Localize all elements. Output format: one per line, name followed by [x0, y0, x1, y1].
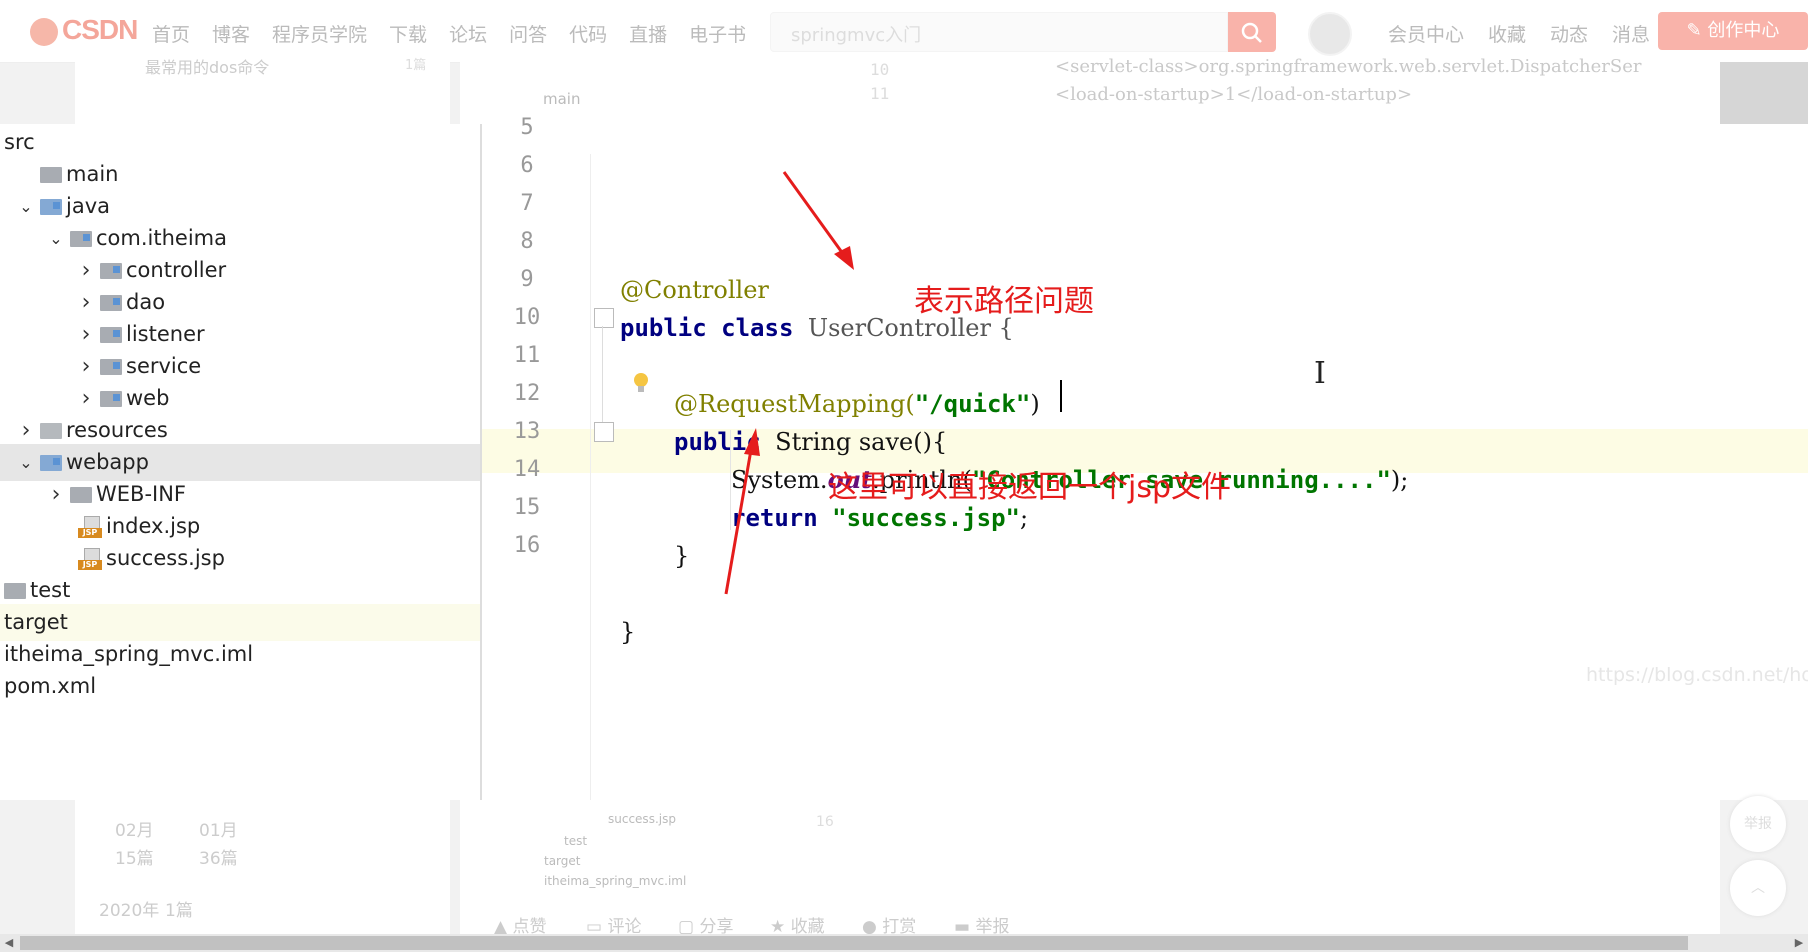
nav-home[interactable]: 首页 [152, 20, 190, 47]
nav-download[interactable]: 下载 [389, 20, 427, 47]
tree-item-label: pom.xml [4, 674, 97, 698]
video-frame: src main ⌄ java ⌄ com.itheima › controller › dao ›… [0, 115, 1808, 800]
bg-article-bottom-fragment: success.jsp test target itheima_spring_m… [460, 800, 1720, 937]
package-badge-icon [53, 458, 60, 465]
code-editor[interactable]: 5 6 7 8 9 10 11 12 13 14 15 16 @Controller public c… [482, 115, 1808, 800]
arrow-to-return [724, 443, 754, 595]
bg-article-fragment: main 10 11 <servlet-class>org.springfram… [460, 56, 1720, 124]
package-badge-icon [83, 234, 90, 241]
package-badge-icon [113, 362, 120, 369]
nav-forum[interactable]: 论坛 [449, 20, 487, 47]
folder-icon [40, 455, 62, 471]
arrow-to-request-mapping [782, 171, 848, 259]
nav-academy[interactable]: 程序员学院 [272, 20, 367, 47]
user-nav: 会员中心 收藏 动态 消息 [1388, 20, 1650, 47]
jsp-file-badge: JSP [78, 528, 102, 538]
package-badge-icon [113, 394, 120, 401]
folder-icon [100, 359, 122, 375]
bg-right-fragment [1720, 62, 1808, 124]
package-badge-icon [113, 266, 120, 273]
back-to-top-button[interactable]: ︿ [1730, 860, 1786, 916]
csdn-top-nav: CSDN 首页 博客 程序员学院 下载 论坛 问答 代码 直播 电子书 spri… [0, 0, 1808, 63]
nav-qa[interactable]: 问答 [509, 20, 547, 47]
search-button[interactable] [1228, 12, 1276, 52]
folder-icon [40, 423, 62, 439]
annotation-arrows [724, 171, 854, 595]
scroll-left-arrow[interactable]: ◀ [0, 934, 18, 952]
folder-icon [4, 583, 26, 599]
jsp-file-icon: JSP [78, 548, 102, 570]
nav-blog[interactable]: 博客 [212, 20, 250, 47]
folder-icon [100, 327, 122, 343]
scroll-right-arrow[interactable]: ▶ [1790, 934, 1808, 952]
package-badge-icon [53, 202, 60, 209]
package-badge-icon [113, 330, 120, 337]
tree-item-pom-xml[interactable]: pom.xml [0, 668, 480, 705]
folder-icon [40, 199, 62, 215]
pencil-icon: ✎ [1686, 20, 1708, 41]
avatar[interactable] [1308, 12, 1352, 56]
search-input[interactable]: springmvc入门 [770, 12, 1228, 52]
bg-archive-fragment: 02月 01月 15篇 36篇 2020年 1篇 [75, 800, 450, 934]
arrow-head [834, 246, 854, 270]
report-side-button[interactable]: 举报 [1730, 796, 1786, 852]
folder-icon [70, 231, 92, 247]
watermark: https://blog.csdn.net/hou [1586, 664, 1808, 686]
nav-activity[interactable]: 动态 [1550, 20, 1588, 47]
search-icon [1241, 22, 1262, 43]
nav-ebook[interactable]: 电子书 [689, 20, 746, 47]
folder-icon [100, 263, 122, 279]
folder-icon [100, 295, 122, 311]
scrollbar-thumb[interactable] [20, 936, 1688, 950]
nav-code[interactable]: 代码 [569, 20, 607, 47]
nav-live[interactable]: 直播 [629, 20, 667, 47]
create-center-button[interactable]: ✎ 创作中心 [1658, 12, 1808, 50]
horizontal-scrollbar[interactable]: ◀ ▶ [0, 934, 1808, 952]
folder-icon [70, 487, 92, 503]
package-badge-icon [113, 298, 120, 305]
jsp-file-badge: JSP [78, 560, 102, 570]
bg-sidebar-fragment: 最常用的dos命令 1篇 [75, 58, 450, 124]
csdn-logo[interactable]: CSDN [30, 14, 138, 46]
jsp-file-icon: JSP [78, 516, 102, 538]
arrow-head [744, 428, 760, 456]
folder-icon [100, 391, 122, 407]
folder-icon [40, 167, 62, 183]
logo-icon [30, 17, 58, 46]
nav-messages[interactable]: 消息 [1612, 20, 1650, 47]
nav-favorites[interactable]: 收藏 [1488, 20, 1526, 47]
project-tree: src main ⌄ java ⌄ com.itheima › controller › dao ›… [0, 124, 482, 800]
nav-member-center[interactable]: 会员中心 [1388, 20, 1464, 47]
main-nav: 首页 博客 程序员学院 下载 论坛 问答 代码 直播 电子书 [152, 20, 746, 47]
chevron-up-icon: ︿ [1751, 880, 1765, 896]
